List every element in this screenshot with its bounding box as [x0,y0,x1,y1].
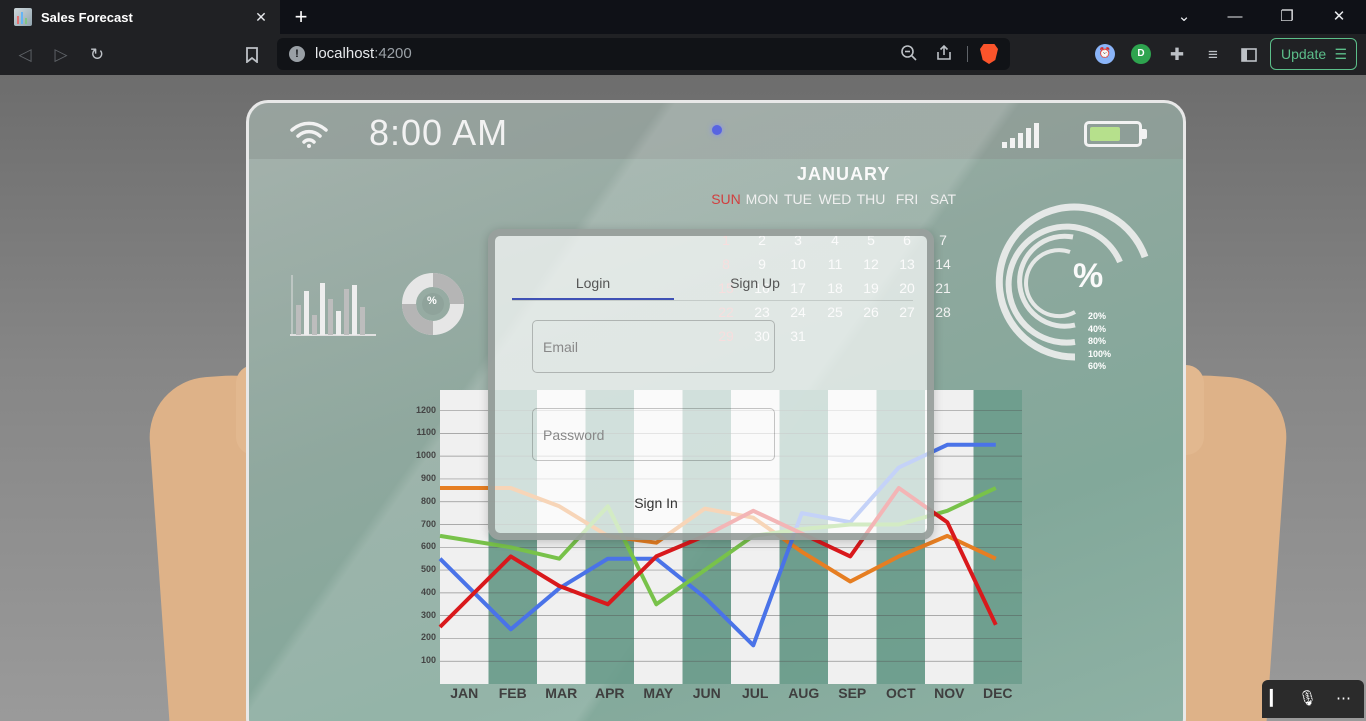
y-tick-label: 1100 [416,427,436,438]
password-input[interactable] [533,409,774,460]
wifi-icon [290,121,328,148]
password-field[interactable] [532,408,775,461]
browser-toolbar: ◁ ▷ ↻ ! localhost:4200 ⏰ D ✚ ≡ Update ☰ [0,34,1366,75]
sign-in-button[interactable]: Sign In [621,490,691,516]
tab-search-chevron-icon[interactable]: ⌄ [1172,5,1196,29]
tab-divider [512,300,913,301]
tab-sales-forecast[interactable]: Sales Forecast ✕ [0,0,280,34]
calendar-weekday: MON [745,191,779,207]
calendar-month: JANUARY [797,164,891,184]
drag-handle-icon[interactable]: ▎ [1270,689,1282,707]
y-tick-label: 900 [420,472,436,483]
alarm-extension-icon[interactable]: ⏰ [1095,44,1115,64]
y-tick-label: 300 [420,609,436,620]
tab-signup[interactable]: Sign Up [674,275,836,291]
login-card: Login Sign Up Sign In [488,229,934,540]
ring-percent-symbol: % [1073,257,1104,295]
x-tick-label: MAY [643,685,674,701]
tablet-time: 8:00 AM [369,112,509,153]
minimize-button[interactable]: — [1223,5,1247,29]
menu-icon: ☰ [1334,46,1347,62]
x-tick-label: MAR [545,685,578,701]
battery-icon [1084,121,1147,147]
x-tick-label: JAN [450,685,479,701]
sidebar-toggle-icon[interactable] [1237,43,1261,67]
site-info-icon[interactable]: ! [289,46,305,62]
forward-icon[interactable]: ▷ [49,43,73,67]
close-tab-icon[interactable]: ✕ [252,8,270,26]
url-text: localhost:4200 [315,45,412,62]
playlist-icon[interactable]: ≡ [1201,43,1225,67]
x-tick-label: JUN [692,685,721,701]
x-tick-label: FEB [498,685,527,701]
bookmark-icon[interactable] [240,43,264,67]
back-icon[interactable]: ◁ [13,43,37,67]
voice-typing-bar: ▎ 🎙 ⋯ [1262,680,1364,718]
ring-chart-label: 20% [1088,311,1107,321]
x-tick-label: JUL [742,685,769,701]
restore-button[interactable]: ❐ [1275,5,1299,29]
y-tick-label: 100 [420,655,436,666]
close-window-button[interactable]: ✕ [1327,5,1351,29]
calendar-weekday: SUN [711,191,741,207]
address-bar[interactable]: ! localhost:4200 [277,38,1010,70]
y-tick-label: 600 [420,541,436,552]
calendar-weekday: WED [818,191,852,207]
signal-icon [1002,123,1039,148]
y-tick-label: 500 [420,564,436,575]
y-tick-label: 200 [420,632,436,643]
tab-login[interactable]: Login [512,275,674,291]
share-icon[interactable] [934,44,954,64]
y-tick-label: 800 [420,495,436,506]
extensions-puzzle-icon[interactable]: ✚ [1165,43,1189,67]
y-tick-label: 700 [420,518,436,529]
mini-donut-percent: % [427,295,437,307]
email-input[interactable] [533,321,774,372]
calendar-weekday: SAT [929,191,957,207]
x-tick-label: APR [594,685,625,701]
microphone-icon[interactable]: 🎙 [1298,689,1317,707]
calendar-weekday: THU [856,191,886,207]
omnibox-separator [967,46,968,62]
tab-title: Sales Forecast [41,9,133,25]
y-tick-label: 400 [420,586,436,597]
new-tab-button[interactable]: + [289,5,313,29]
x-tick-label: NOV [934,685,965,701]
email-field[interactable] [532,320,775,373]
more-options-icon[interactable]: ⋯ [1336,689,1351,707]
reload-icon[interactable]: ↻ [85,43,109,67]
tab-strip: Sales Forecast ✕ + ⌄ — ❐ ✕ [0,0,1366,34]
x-tick-label: AUG [788,685,820,701]
brave-shields-icon[interactable] [980,44,998,64]
camera-dot [712,125,722,135]
update-button[interactable]: Update ☰ [1270,38,1357,70]
y-tick-label: 1200 [415,404,436,415]
x-tick-label: SEP [838,685,867,701]
x-tick-label: DEC [982,685,1013,701]
tablet-statusbar: 8:00 AM [249,103,1183,159]
chart-favicon-icon [14,8,32,26]
grammar-extension-icon[interactable]: D [1131,44,1151,64]
ring-chart-label: 80% [1088,336,1107,346]
ring-chart-label: 100% [1088,348,1112,359]
calendar-weekday: TUE [784,191,812,207]
x-tick-label: OCT [885,685,916,701]
calendar-weekday: FRI [895,191,919,207]
ring-chart-label: 60% [1088,361,1107,371]
mini-bar-chart [290,275,376,336]
y-tick-label: 1000 [415,450,436,461]
ring-chart-label: 40% [1088,323,1107,334]
zoom-out-icon[interactable] [899,44,919,64]
